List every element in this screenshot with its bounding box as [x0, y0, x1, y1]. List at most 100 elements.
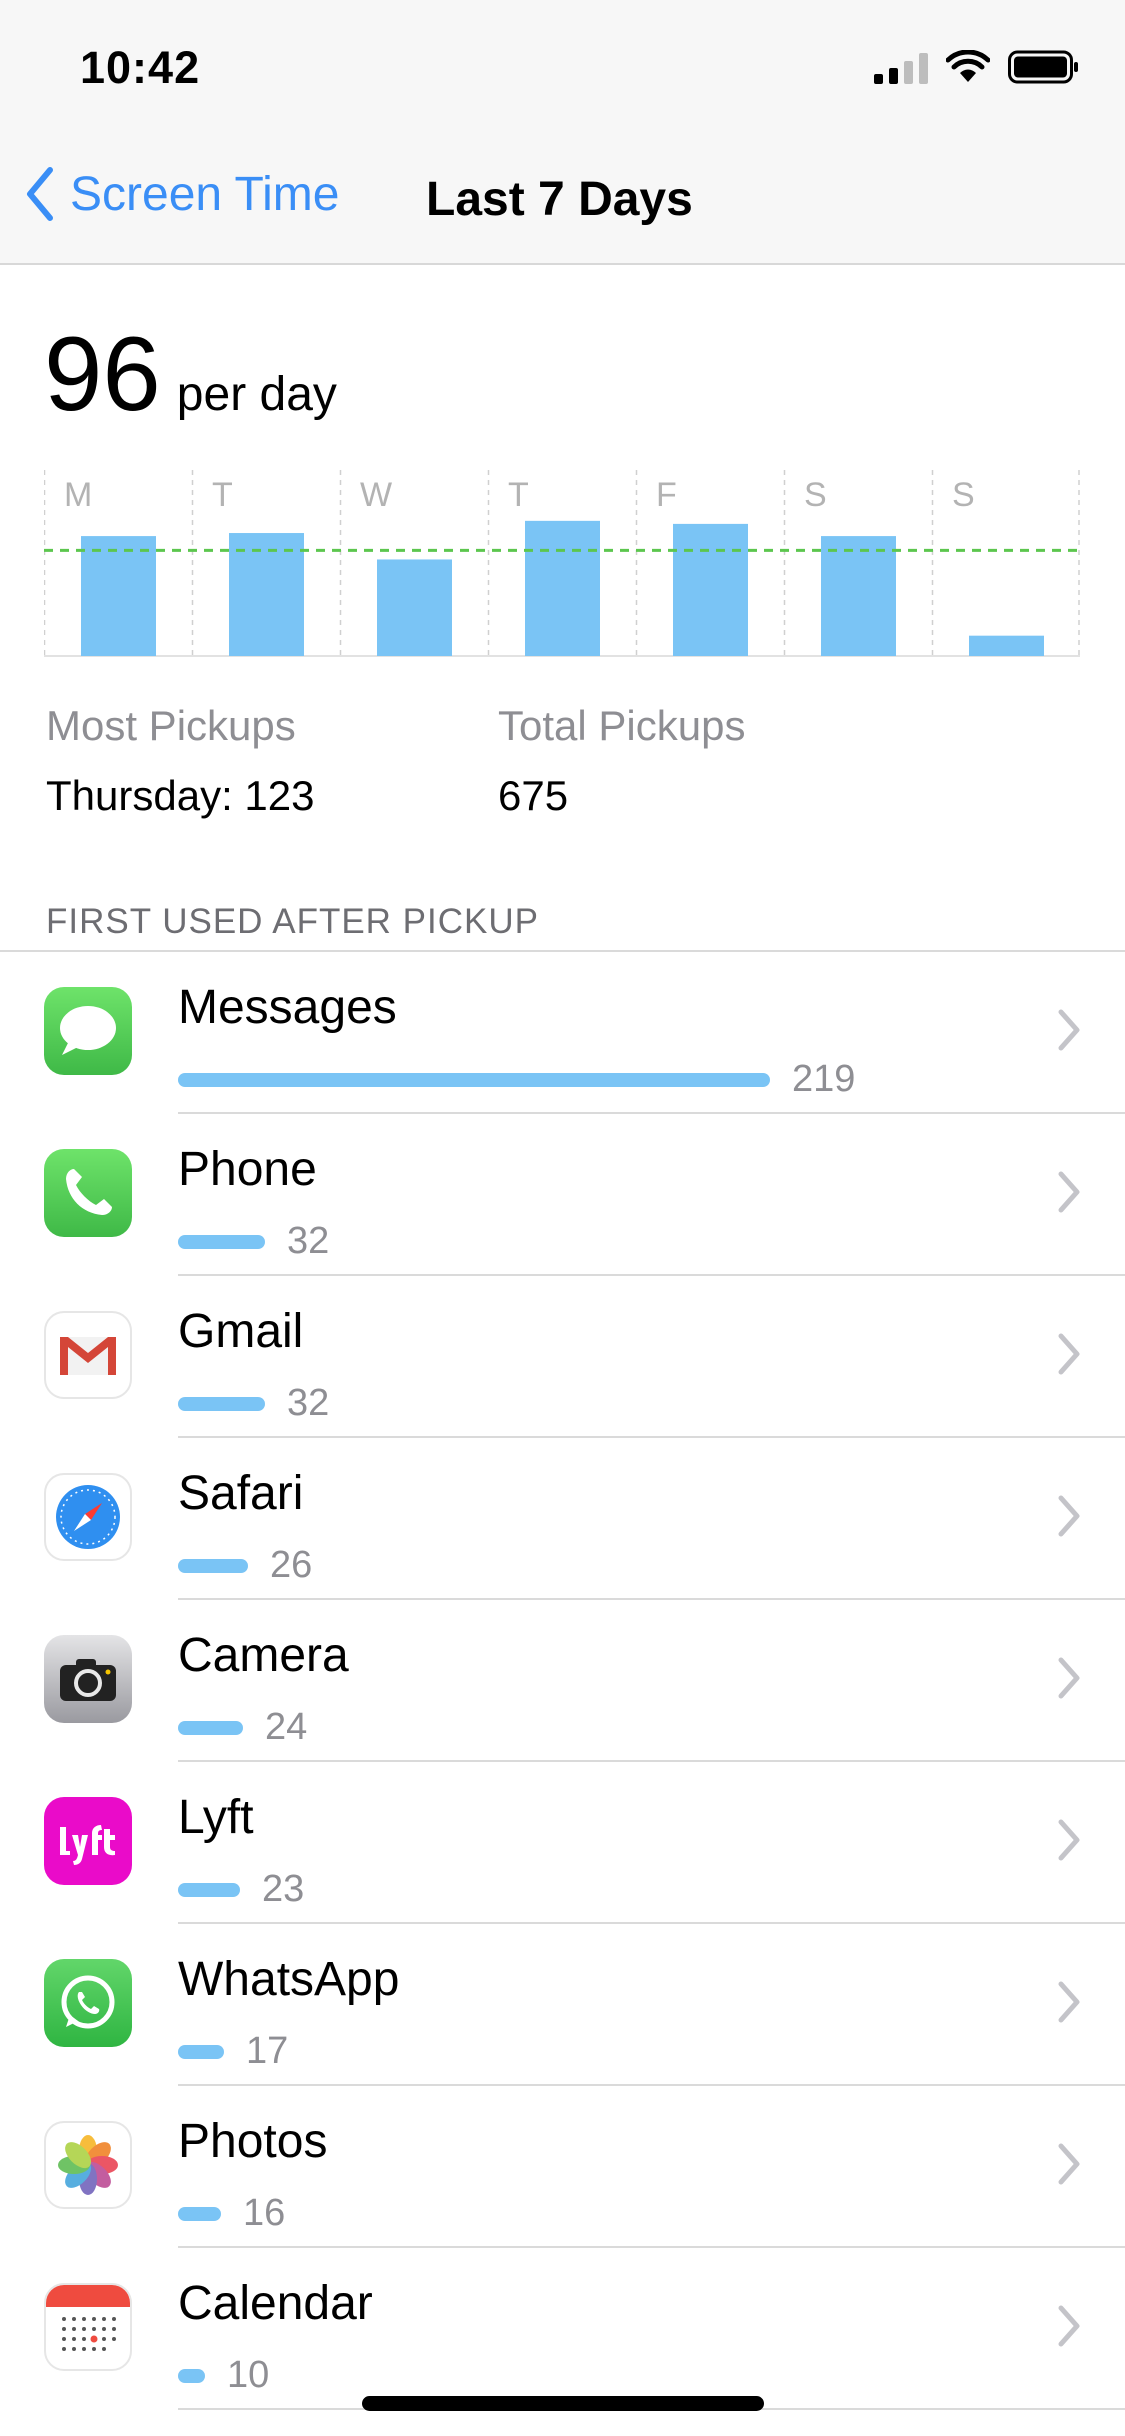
page-title: Last 7 Days: [426, 173, 693, 226]
usage-bar: [178, 1234, 265, 1249]
pickups-average-value: 96: [44, 316, 161, 433]
app-list: Messages 219 Phone 32 Gmail 32 Safari 26…: [0, 950, 1125, 2410]
usage-count: 24: [265, 1706, 308, 1748]
chevron-right-icon: [1058, 1333, 1080, 1375]
chart-day-label: F: [656, 476, 677, 514]
total-pickups-value: 675: [498, 772, 569, 819]
chart-bar: [821, 536, 896, 656]
usage-count: 32: [287, 1220, 330, 1262]
list-item-calendar[interactable]: Calendar 10: [0, 2248, 1125, 2410]
usage: 16: [178, 2192, 285, 2235]
chart-day-label: T: [508, 476, 529, 514]
section-header: FIRST USED AFTER PICKUP: [46, 902, 539, 941]
chevron-right-icon: [1058, 1981, 1080, 2023]
usage: 219: [178, 1058, 855, 1101]
gmail-icon: [44, 1311, 132, 1399]
list-item-lyft[interactable]: Lyft 23: [0, 1762, 1125, 1924]
chart-day-label: S: [952, 476, 975, 514]
most-pickups-label: Most Pickups: [46, 702, 296, 749]
usage: 24: [178, 1706, 307, 1749]
usage: 23: [178, 1868, 304, 1911]
home-indicator: [362, 2396, 764, 2411]
list-item-messages[interactable]: Messages 219: [0, 952, 1125, 1114]
chart-bar: [377, 559, 452, 656]
lyft-icon: [44, 1797, 132, 1885]
back-button-label: Screen Time: [70, 167, 340, 221]
app-name: WhatsApp: [178, 1953, 400, 2006]
most-pickups-value: Thursday: 123: [46, 772, 315, 819]
chevron-right-icon: [1058, 1009, 1080, 1051]
list-item-phone[interactable]: Phone 32: [0, 1114, 1125, 1276]
app-name: Messages: [178, 981, 397, 1034]
list-item-camera[interactable]: Camera 24: [0, 1600, 1125, 1762]
chevron-right-icon: [1058, 1495, 1080, 1537]
usage: 17: [178, 2030, 288, 2073]
usage: 10: [178, 2354, 269, 2397]
chevron-right-icon: [1058, 1657, 1080, 1699]
app-name: Lyft: [178, 1791, 254, 1844]
chart-bar: [81, 536, 156, 656]
usage-count: 23: [262, 1868, 305, 1910]
chart-day-label: W: [360, 476, 392, 514]
chevron-left-icon: [27, 167, 53, 221]
total-pickups-label: Total Pickups: [498, 702, 746, 749]
chart-day-label: T: [212, 476, 233, 514]
chart-day-label: M: [64, 476, 92, 514]
usage-count: 17: [246, 2030, 289, 2072]
chart-day-label: S: [804, 476, 827, 514]
battery-icon: [1008, 50, 1078, 84]
app-name: Phone: [178, 1143, 317, 1196]
usage-bar: [178, 2368, 205, 2383]
pickups-average-unit: per day: [176, 368, 337, 421]
usage-bar: [178, 1882, 240, 1897]
photos-icon: [44, 2121, 132, 2209]
pickups-per-day: 96 per day: [44, 322, 337, 427]
messages-icon: [44, 987, 132, 1075]
usage: 32: [178, 1220, 329, 1263]
list-item-photos[interactable]: Photos 16: [0, 2086, 1125, 2248]
usage: 26: [178, 1544, 312, 1587]
app-name: Camera: [178, 1629, 349, 1682]
safari-icon: [44, 1473, 132, 1561]
chart-bar: [525, 520, 600, 656]
chart-bar: [969, 635, 1044, 656]
whatsapp-icon: [44, 1959, 132, 2047]
app-name: Gmail: [178, 1305, 304, 1358]
app-name: Photos: [178, 2115, 328, 2168]
chevron-right-icon: [1058, 2305, 1080, 2347]
usage-bar: [178, 1558, 248, 1573]
usage-count: 16: [243, 2192, 286, 2234]
chevron-right-icon: [1058, 2143, 1080, 2185]
usage-bar: [178, 1396, 265, 1411]
camera-icon: [44, 1635, 132, 1723]
status-icons: [874, 50, 1080, 84]
top-bar: 10:42 Screen Time Last 7 Days: [0, 0, 1125, 265]
usage-bar: [178, 1720, 243, 1735]
chevron-right-icon: [1058, 1819, 1080, 1861]
total-pickups: Total Pickups 675: [498, 702, 745, 820]
usage-count: 32: [287, 1382, 330, 1424]
list-item-gmail[interactable]: Gmail 32: [0, 1276, 1125, 1438]
list-item-safari[interactable]: Safari 26: [0, 1438, 1125, 1600]
usage-count: 219: [792, 1058, 856, 1100]
usage-count: 10: [227, 2354, 270, 2396]
usage-bar: [178, 2044, 224, 2059]
chevron-right-icon: [1058, 1171, 1080, 1213]
usage-bar: [178, 2206, 221, 2221]
calendar-icon: [44, 2283, 132, 2371]
app-name: Calendar: [178, 2277, 373, 2330]
list-item-whatsapp[interactable]: WhatsApp 17: [0, 1924, 1125, 2086]
most-pickups: Most Pickups Thursday: 123: [46, 702, 315, 820]
screen: 10:42 Screen Time Last 7 Days 96 per day…: [0, 0, 1125, 2436]
pickups-chart: MTWTFSS: [44, 470, 1080, 657]
chart-bar: [673, 523, 748, 656]
usage: 32: [178, 1382, 329, 1425]
status-time: 10:42: [80, 42, 201, 93]
usage-bar: [178, 1072, 770, 1087]
phone-icon: [44, 1149, 132, 1237]
usage-count: 26: [270, 1544, 313, 1586]
back-button[interactable]: Screen Time: [24, 166, 339, 222]
cellular-signal-icon: [874, 50, 928, 84]
app-name: Safari: [178, 1467, 304, 1520]
wifi-icon: [946, 50, 990, 82]
